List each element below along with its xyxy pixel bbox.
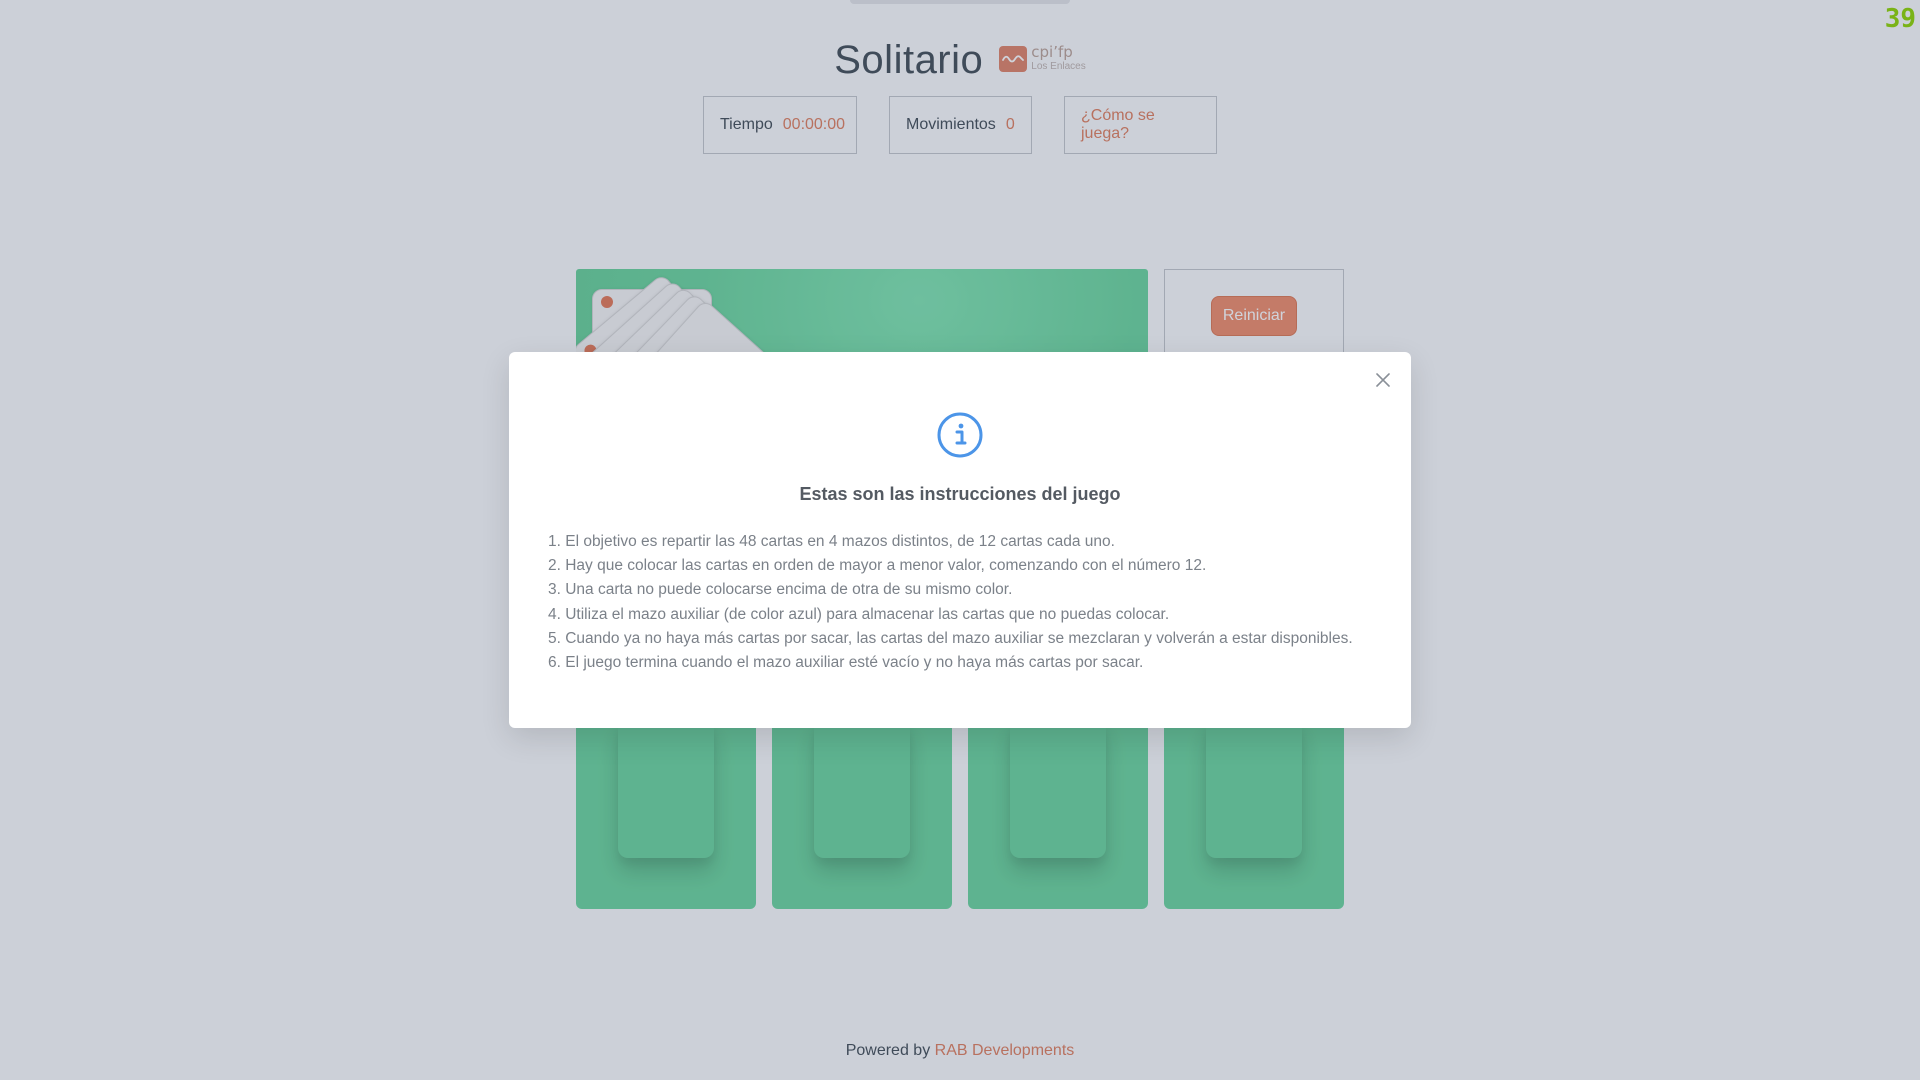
fps-counter: 39 [1884,4,1916,34]
instructions-modal: Estas son las instrucciones del juego 1.… [509,352,1411,728]
rule-item: 5. Cuando ya no haya más cartas por saca… [548,629,1353,647]
rule-item: 4. Utiliza el mazo auxiliar (de color az… [548,605,1170,623]
rules-list: 1. El objetivo es repartir las 48 cartas… [548,530,1381,675]
rule-item: 6. El juego termina cuando el mazo auxil… [548,654,1144,672]
close-icon[interactable] [1371,368,1395,392]
info-icon [937,412,983,458]
rule-item: 2. Hay que colocar las cartas en orden d… [548,557,1207,575]
rule-item: 3. Una carta no puede colocarse encima d… [548,581,1013,599]
rule-item: 1. El objetivo es repartir las 48 cartas… [548,533,1115,550]
solitaire-page: 39 Solitario cpi’fp Los Enlaces Tiempo 0… [0,0,1920,1080]
modal-title: Estas son las instrucciones del juego [799,484,1121,504]
